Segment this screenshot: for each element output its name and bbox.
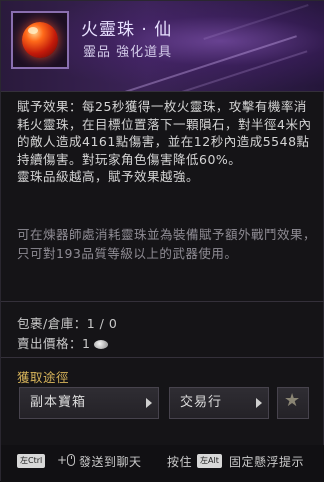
tooltip-footer: 左Ctrl + 發送到聊天 按住 左Alt 固定懸浮提示 — [1, 445, 324, 482]
effect-block: 賦予效果：每25秒獲得一枚火靈珠，攻擊有機率消耗火靈珠，在目標位置落下一顆隕石，… — [17, 98, 317, 186]
source-label: 交易行 — [180, 395, 223, 410]
mouse-icon — [67, 454, 75, 466]
acquire-title: 獲取途徑 — [17, 370, 70, 385]
orb-highlight — [28, 27, 38, 34]
divider — [1, 357, 324, 358]
decor-streak — [203, 4, 309, 40]
effect-note: 靈珠品級越高，賦予效果越強。 — [17, 169, 200, 184]
item-type: 靈品 強化道具 — [83, 45, 173, 60]
inventory-row: 包裹/倉庫：1 / 0 — [17, 313, 117, 332]
effect-text: 賦予效果：每25秒獲得一枚火靈珠，攻擊有機率消耗火靈珠，在目標位置落下一顆隕石，… — [17, 99, 312, 167]
tooltip-header: 火靈珠 · 仙 靈品 強化道具 — [1, 1, 324, 91]
inventory-value: 1 / 0 — [86, 316, 118, 331]
item-name: 火靈珠 · 仙 — [81, 20, 173, 40]
item-description: 可在煉器師處消耗靈珠並為裝備賦予額外戰鬥效果，只可對193品質等級以上的武器使用… — [17, 227, 317, 261]
send-to-chat-label: 發送到聊天 — [79, 455, 142, 469]
plus-sign: + — [57, 453, 68, 467]
sell-price-label: 賣出價格： — [17, 336, 83, 351]
source-auction-button[interactable]: 交易行 — [169, 387, 269, 419]
silver-coin-icon — [94, 340, 109, 349]
item-icon-frame — [11, 11, 69, 69]
sell-price-row: 賣出價格：1 — [17, 333, 109, 352]
source-label: 副本寶箱 — [30, 395, 87, 410]
divider — [1, 301, 324, 302]
key-ctrl: 左Ctrl — [17, 454, 46, 468]
item-tooltip: 火靈珠 · 仙 靈品 強化道具 賦予效果：每25秒獲得一枚火靈珠，攻擊有機率消耗… — [0, 0, 324, 482]
chevron-right-icon — [146, 398, 152, 408]
star-icon: ★ — [284, 390, 301, 411]
source-dungeon-chest-button[interactable]: 副本寶箱 — [19, 387, 159, 419]
favorite-button[interactable]: ★ — [277, 387, 309, 419]
pin-tooltip-label: 固定懸浮提示 — [229, 455, 305, 469]
inventory-label: 包裹/倉庫： — [17, 316, 87, 331]
hold-label: 按住 — [167, 455, 193, 469]
sell-price-value: 1 — [82, 336, 91, 351]
chevron-right-icon — [256, 398, 262, 408]
key-alt: 左Alt — [197, 454, 222, 468]
fire-orb-icon — [22, 22, 58, 58]
divider — [1, 91, 324, 92]
